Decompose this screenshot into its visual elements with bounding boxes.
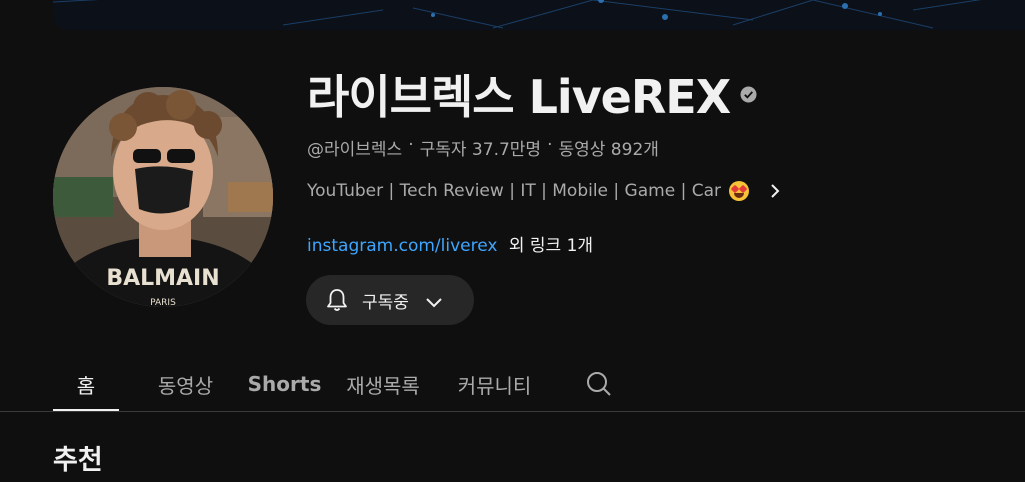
section-title: 추천 [53, 445, 103, 476]
description-text: YouTuber | Tech Review | IT | Mobile | G… [307, 181, 721, 201]
subscribed-label: 구독중 [362, 292, 409, 313]
channel-banner [53, 0, 1025, 30]
chevron-down-icon [425, 294, 443, 308]
search-icon[interactable] [584, 357, 614, 411]
tab-home[interactable]: 홈 [53, 357, 119, 411]
channel-description[interactable]: YouTuber | Tech Review | IT | Mobile | G… [307, 181, 781, 201]
channel-meta: @라이브렉스 · 구독자 37.7만명 · 동영상 892개 [307, 135, 659, 160]
tab-playlists[interactable]: 재생목록 [339, 357, 427, 411]
channel-avatar[interactable]: BALMAIN PARIS [53, 87, 273, 307]
subscribed-button[interactable]: 구독중 [306, 275, 474, 325]
channel-tabs: 홈 동영상 Shorts 재생목록 커뮤니티 [53, 357, 614, 413]
channel-links: instagram.com/liverex 외 링크 1개 [307, 231, 593, 256]
chevron-right-icon[interactable] [769, 182, 781, 200]
star-struck-emoji-icon [728, 181, 749, 201]
tab-community[interactable]: 커뮤니티 [447, 357, 542, 411]
svg-text:BALMAIN: BALMAIN [106, 266, 219, 291]
svg-text:PARIS: PARIS [150, 298, 176, 307]
tab-shorts[interactable]: Shorts [248, 357, 322, 411]
more-links[interactable]: 외 링크 1개 [509, 236, 593, 256]
channel-title-row: 라이브렉스 LiveREX [307, 64, 757, 124]
meta-separator: · [408, 135, 414, 155]
verified-check-icon [740, 86, 757, 103]
tabs-divider [0, 411, 1025, 412]
channel-page: BALMAIN PARIS 라이브렉스 LiveREX @라이브렉스 · 구독자… [0, 0, 1025, 482]
channel-name: 라이브렉스 LiveREX [307, 70, 731, 124]
tab-videos[interactable]: 동영상 [119, 357, 252, 411]
instagram-link[interactable]: instagram.com/liverex [307, 236, 497, 256]
video-count: 동영상 892개 [558, 140, 659, 160]
channel-handle: @라이브렉스 [307, 140, 403, 160]
bell-icon [324, 287, 350, 313]
subscriber-count: 구독자 37.7만명 [419, 140, 542, 160]
meta-separator: · [547, 135, 553, 155]
